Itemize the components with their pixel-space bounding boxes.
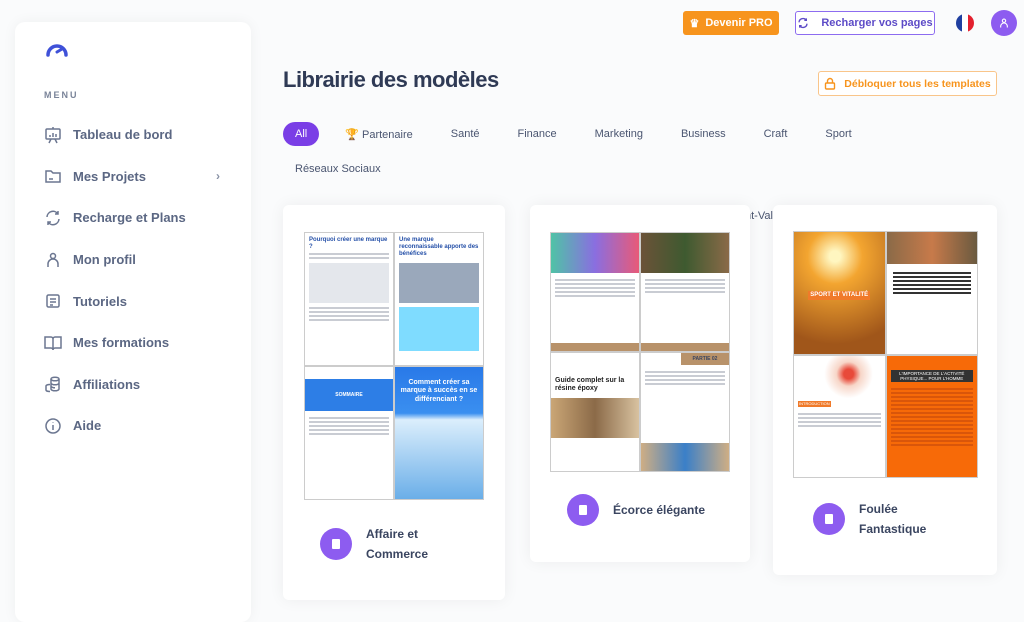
sidebar-item-label: Recharge et Plans <box>73 210 186 226</box>
menu-label: MENU <box>44 90 79 100</box>
thumbnail-page <box>886 232 977 354</box>
sidebar-item-label: Affiliations <box>73 376 141 392</box>
sidebar-item-affiliations[interactable]: Affiliations <box>44 364 224 406</box>
language-flag-fr[interactable] <box>956 14 974 32</box>
thumbnail-page: SPORT ET VITALITÉ <box>794 232 885 354</box>
sidebar-item-formations[interactable]: Mes formations <box>44 322 224 364</box>
reload-pages-button[interactable]: Recharger vos pages <box>795 11 935 35</box>
unlock-templates-button[interactable]: Débloquer tous les templates <box>818 71 997 96</box>
category-chip[interactable]: Craft <box>752 122 800 146</box>
thumbnail-page: Comment créer sa marque à succès en se d… <box>395 367 483 499</box>
sidebar-item-label: Mes Projets <box>73 168 146 184</box>
sidebar-item-label: Aide <box>73 418 102 434</box>
lock-icon <box>825 77 836 90</box>
template-card[interactable]: SPORT ET VITALITÉ INTRODUCTION L'IMPORTA… <box>773 205 997 575</box>
document-icon <box>46 294 60 308</box>
thumbnail-page: SOMMAIRE <box>305 367 393 499</box>
avatar[interactable] <box>991 10 1017 36</box>
template-thumbnail[interactable]: SPORT ET VITALITÉ INTRODUCTION L'IMPORTA… <box>793 231 978 478</box>
book-open-icon <box>44 336 62 350</box>
thumbnail-page <box>641 233 729 351</box>
chevron-right-icon[interactable]: › <box>216 169 220 183</box>
presentation-chart-icon <box>45 126 61 144</box>
info-icon <box>45 418 61 434</box>
page-title: Librairie des modèles <box>283 67 499 92</box>
book-icon <box>567 494 599 526</box>
template-card-footer: Écorce élégante <box>567 494 705 526</box>
template-card[interactable]: Guide complet sur la résine époxy PARTIE… <box>530 205 750 562</box>
sidebar-item-label: Tutoriels <box>73 293 127 309</box>
crown-icon: ♛ <box>689 17 700 30</box>
sidebar-item-help[interactable]: Aide <box>44 405 224 447</box>
book-icon <box>813 503 845 535</box>
user-icon <box>1000 18 1008 28</box>
template-card-footer: Affaire et Commerce <box>320 524 428 564</box>
sidebar-item-dashboard[interactable]: Tableau de bord <box>44 114 224 156</box>
logo-gauge-icon[interactable] <box>45 39 69 62</box>
refresh-icon <box>46 210 60 226</box>
category-chip[interactable]: Sport <box>813 122 863 146</box>
thumbnail-page: Une marque reconnaissable apporte des bé… <box>395 233 483 365</box>
template-card-footer: Foulée Fantastique <box>813 499 926 539</box>
category-chip[interactable]: Finance <box>506 122 569 146</box>
category-chip[interactable]: Santé <box>439 122 492 146</box>
template-card[interactable]: Pourquoi créer une marque ? Une marque r… <box>283 205 505 600</box>
template-thumbnail[interactable]: Guide complet sur la résine époxy PARTIE… <box>550 232 730 472</box>
sidebar-item-label: Tableau de bord <box>73 127 173 143</box>
sidebar-item-label: Mon profil <box>73 252 136 268</box>
sidebar-item-profile[interactable]: Mon profil <box>44 239 224 281</box>
thumbnail-page: INTRODUCTION <box>794 355 885 477</box>
refresh-icon <box>798 17 809 29</box>
thumbnail-page: Pourquoi créer une marque ? <box>305 233 393 365</box>
thumbnail-page: Guide complet sur la résine époxy <box>551 353 639 471</box>
sidebar-nav: Tableau de bord Mes Projets › Recharge et… <box>44 114 224 447</box>
category-chip[interactable]: Business <box>669 122 738 146</box>
sidebar-item-label: Mes formations <box>73 335 170 351</box>
category-chip[interactable]: Marketing <box>583 122 655 146</box>
thumbnail-page: PARTIE 02 <box>641 353 729 471</box>
sidebar: MENU Tableau de bord Mes Projets › Rechar… <box>15 22 251 622</box>
category-chip[interactable]: All <box>283 122 320 146</box>
thumbnail-page <box>551 233 639 351</box>
coins-icon <box>45 376 60 393</box>
category-chip[interactable]: Réseaux Sociaux <box>283 157 393 181</box>
thumbnail-page: L'IMPORTANCE DE L'ACTIVITÉ PHYSIQUE... P… <box>886 355 977 477</box>
folder-icon <box>45 170 61 184</box>
sidebar-item-recharge[interactable]: Recharge et Plans <box>44 197 224 239</box>
sidebar-item-tutorials[interactable]: Tutoriels <box>44 280 224 322</box>
sidebar-item-projects[interactable]: Mes Projets › <box>44 156 224 198</box>
template-thumbnail[interactable]: Pourquoi créer une marque ? Une marque r… <box>304 232 484 500</box>
book-icon <box>320 528 352 560</box>
become-pro-button[interactable]: ♛ Devenir PRO <box>683 11 779 35</box>
user-icon <box>47 252 59 267</box>
category-chip[interactable]: 🏆 Partenaire <box>333 122 425 146</box>
